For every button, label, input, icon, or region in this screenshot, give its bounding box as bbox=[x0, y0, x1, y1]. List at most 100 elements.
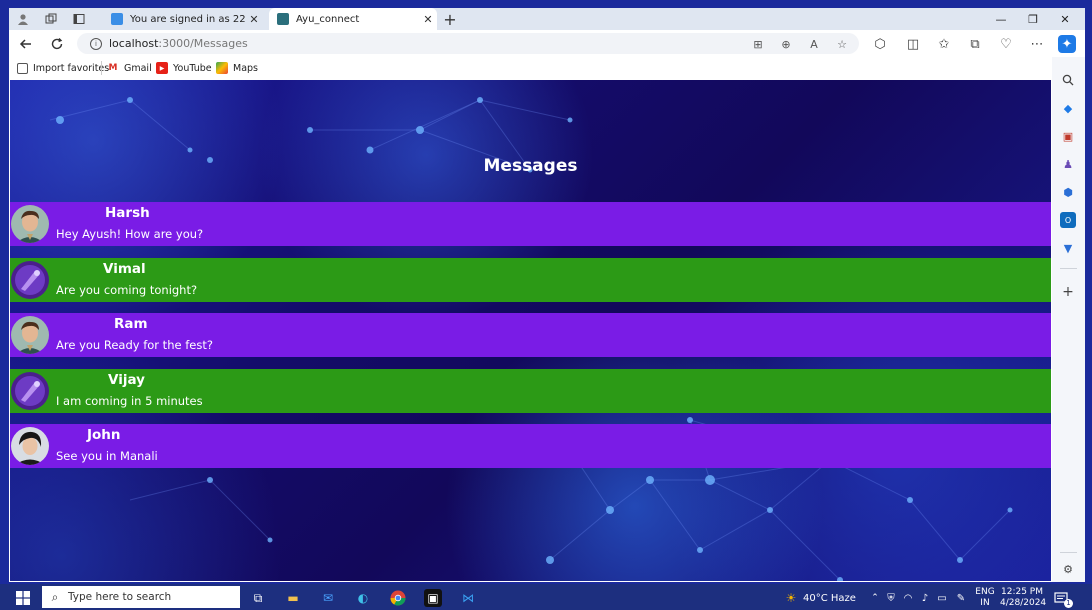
address-bar[interactable]: i localhost:3000/Messages ⊞ ⊕ A ☆ bbox=[77, 33, 859, 54]
edge-sidebar: ◆ ▣ ♟ ⬢ O ▼ + ⚙ bbox=[1052, 57, 1085, 582]
chrome-icon[interactable] bbox=[389, 589, 407, 607]
search-icon: ⌕ bbox=[51, 589, 59, 604]
split-screen-icon[interactable]: ◫ bbox=[904, 35, 922, 53]
tools-icon[interactable]: ▣ bbox=[1060, 128, 1076, 144]
weather-text[interactable]: 40°C Haze bbox=[803, 593, 856, 604]
outlook-icon[interactable]: O bbox=[1060, 212, 1076, 228]
message-sender: Vimal bbox=[103, 261, 146, 277]
favorites-divider bbox=[101, 61, 102, 75]
file-explorer-icon[interactable]: ▬ bbox=[284, 589, 302, 607]
message-row-harsh[interactable]: Harsh Hey Ayush! How are you? bbox=[10, 202, 1051, 246]
games-icon[interactable]: ♟ bbox=[1060, 156, 1076, 172]
add-sidebar-app-icon[interactable]: + bbox=[1060, 284, 1076, 300]
favorites-bar: Import favorites M Gmail ▶ YouTube Maps bbox=[9, 57, 1085, 79]
youtube-link[interactable]: ▶ YouTube bbox=[156, 60, 212, 76]
search-placeholder: Type here to search bbox=[68, 591, 172, 603]
wifi-icon[interactable]: ◠ bbox=[899, 589, 917, 607]
message-row-vimal[interactable]: Vimal Are you coming tonight? bbox=[10, 258, 1051, 302]
gmail-link[interactable]: M Gmail bbox=[107, 60, 152, 76]
shopping-tag-icon[interactable]: ◆ bbox=[1060, 100, 1076, 116]
message-text: Are you coming tonight? bbox=[56, 283, 198, 297]
weather-icon[interactable]: ☀ bbox=[782, 589, 800, 607]
mail-icon[interactable]: ✉ bbox=[319, 589, 337, 607]
favorite-label: Maps bbox=[233, 62, 258, 74]
maps-link[interactable]: Maps bbox=[216, 60, 258, 76]
message-sender: Ram bbox=[114, 316, 148, 332]
notification-badge: 1 bbox=[1064, 599, 1073, 608]
clock[interactable]: 12:25 PM 4/28/2024 bbox=[1000, 587, 1047, 609]
tab-title: Ayu_connect bbox=[296, 13, 360, 25]
avatar bbox=[11, 316, 49, 354]
taskbar-search-input[interactable]: ⌕ Type here to search bbox=[42, 586, 240, 608]
tab-favicon-icon bbox=[277, 13, 289, 25]
message-text: Hey Ayush! How are you? bbox=[56, 227, 204, 241]
language-indicator[interactable]: ENG IN bbox=[975, 587, 995, 609]
windows-taskbar: ⌕ Type here to search ⧉ ▬ ✉ ◐ ▣ ⋈ ☀ 40°C… bbox=[0, 584, 1092, 610]
message-sender: Vijay bbox=[108, 372, 145, 388]
new-tab-button[interactable]: + bbox=[441, 10, 459, 29]
edge-browser-icon[interactable]: ◐ bbox=[354, 589, 372, 607]
vscode-icon[interactable]: ⋈ bbox=[459, 589, 477, 607]
url-path: :3000/Messages bbox=[158, 37, 248, 50]
read-aloud-icon[interactable]: A bbox=[805, 35, 823, 53]
sidebar-search-icon[interactable] bbox=[1060, 72, 1076, 88]
sidebar-divider bbox=[1060, 552, 1077, 553]
security-icon[interactable]: ⛨ bbox=[882, 589, 900, 607]
app-icon[interactable]: ▣ bbox=[424, 589, 442, 607]
region-code: IN bbox=[980, 598, 990, 608]
favorites-icon[interactable]: ✩ bbox=[935, 35, 953, 53]
back-icon[interactable] bbox=[17, 35, 35, 53]
close-window-button[interactable]: ✕ bbox=[1049, 8, 1081, 30]
message-text: Are you Ready for the fest? bbox=[56, 338, 213, 352]
tab-title: You are signed in as 22cd3007 bbox=[130, 13, 245, 25]
copilot-icon[interactable]: ✦ bbox=[1058, 35, 1076, 53]
task-view-icon[interactable]: ⧉ bbox=[249, 589, 267, 607]
site-info-icon[interactable]: i bbox=[87, 35, 105, 53]
vertical-tabs-icon[interactable] bbox=[71, 11, 87, 27]
extensions-icon[interactable]: ⬡ bbox=[871, 35, 889, 53]
page-title: Messages bbox=[483, 156, 578, 176]
zoom-icon[interactable]: ⊕ bbox=[777, 35, 795, 53]
message-row-john[interactable]: John See you in Manali bbox=[10, 424, 1051, 468]
import-icon bbox=[17, 62, 28, 74]
tab-ayu-connect[interactable]: Ayu_connect ✕ bbox=[269, 8, 437, 30]
favorite-label: YouTube bbox=[173, 62, 212, 74]
drop-icon[interactable]: ▼ bbox=[1060, 240, 1076, 256]
message-text: See you in Manali bbox=[56, 449, 158, 463]
message-row-ram[interactable]: Ram Are you Ready for the fest? bbox=[10, 313, 1051, 357]
browser-window: You are signed in as 22cd3007 ✕ Ayu_conn… bbox=[9, 8, 1085, 582]
tab-favicon-icon bbox=[111, 13, 123, 25]
minimize-button[interactable]: — bbox=[985, 8, 1017, 30]
restore-button[interactable]: ❐ bbox=[1017, 8, 1049, 30]
tab-signed-in[interactable]: You are signed in as 22cd3007 ✕ bbox=[103, 8, 263, 30]
sidebar-settings-icon[interactable]: ⚙ bbox=[1060, 561, 1076, 577]
import-favorites-link[interactable]: Import favorites bbox=[17, 60, 109, 76]
sidebar-divider bbox=[1060, 268, 1077, 269]
windows-start-icon[interactable] bbox=[14, 589, 32, 607]
display-icon[interactable]: ▭ bbox=[933, 589, 951, 607]
clock-time: 12:25 PM bbox=[1001, 587, 1043, 597]
close-tab-icon[interactable]: ✕ bbox=[245, 13, 263, 26]
browser-essentials-icon[interactable]: ♡ bbox=[997, 35, 1015, 53]
profile-icon[interactable] bbox=[15, 11, 31, 27]
workspaces-icon[interactable] bbox=[43, 11, 59, 27]
avatar bbox=[11, 205, 49, 243]
more-menu-icon[interactable]: ⋯ bbox=[1028, 35, 1046, 53]
page-content: Messages Harsh Hey Ayush! How are you? V… bbox=[10, 80, 1051, 581]
app-available-icon[interactable]: ⊞ bbox=[749, 35, 767, 53]
favorite-label: Gmail bbox=[124, 62, 152, 74]
close-tab-icon[interactable]: ✕ bbox=[419, 13, 437, 26]
volume-icon[interactable]: ♪ bbox=[916, 589, 934, 607]
avatar bbox=[11, 372, 49, 410]
maps-icon bbox=[216, 62, 228, 74]
microsoft-365-icon[interactable]: ⬢ bbox=[1060, 184, 1076, 200]
avatar bbox=[11, 427, 49, 465]
clock-date: 4/28/2024 bbox=[1000, 598, 1047, 608]
message-text: I am coming in 5 minutes bbox=[56, 394, 203, 408]
pen-icon[interactable]: ✎ bbox=[952, 589, 970, 607]
favorite-star-icon[interactable]: ☆ bbox=[833, 35, 851, 53]
refresh-icon[interactable] bbox=[48, 35, 66, 53]
collections-icon[interactable]: ⧉ bbox=[966, 35, 984, 53]
message-row-vijay[interactable]: Vijay I am coming in 5 minutes bbox=[10, 369, 1051, 413]
url-host: localhost bbox=[109, 37, 159, 50]
